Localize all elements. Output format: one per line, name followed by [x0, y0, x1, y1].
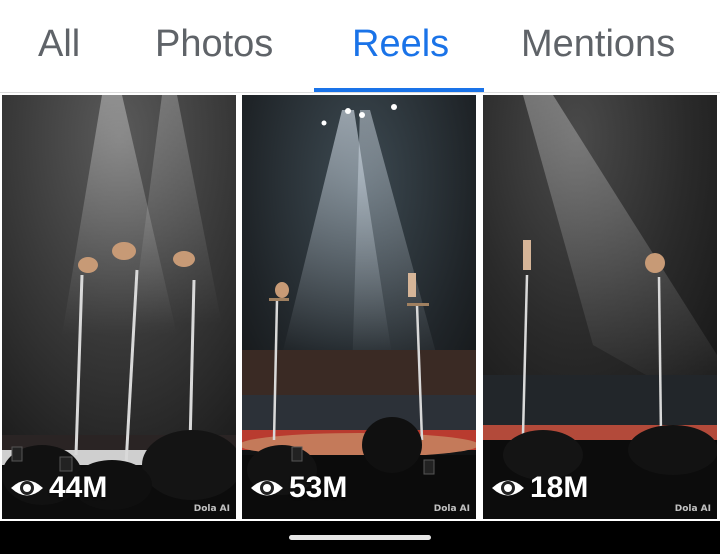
tab-reels[interactable]: Reels [352, 18, 449, 70]
system-nav-bar [0, 521, 720, 554]
view-count: 44M [9, 471, 107, 505]
view-count-label: 18M [530, 471, 589, 504]
tab-photos[interactable]: Photos [155, 18, 273, 70]
view-count: 18M [490, 471, 588, 505]
reel-thumbnail-image [2, 95, 236, 519]
eye-icon [492, 480, 524, 496]
view-count-label: 53M [289, 471, 348, 504]
watermark: Dola AI [193, 504, 230, 514]
reel-tile-2[interactable]: 53M Dola AI [242, 95, 476, 519]
reel-tile-3[interactable]: 18M Dola AI [483, 95, 717, 519]
reel-thumbnail-image [483, 95, 717, 519]
view-count: 53M [249, 471, 347, 505]
tab-bar: All Photos Reels Mentions [0, 0, 720, 93]
reel-thumbnail-image [242, 95, 476, 519]
tab-mentions[interactable]: Mentions [521, 18, 675, 70]
eye-icon [251, 480, 283, 496]
reel-tile-1[interactable]: 44M Dola AI [2, 95, 236, 519]
tab-all[interactable]: All [38, 18, 80, 70]
view-count-label: 44M [49, 471, 108, 504]
watermark: Dola AI [433, 504, 470, 514]
eye-icon [11, 480, 43, 496]
watermark: Dola AI [674, 504, 711, 514]
active-tab-indicator [314, 88, 484, 92]
home-gesture-handle[interactable] [289, 535, 431, 540]
reels-grid: 44M Dola AI 53M Dola AI 18M Dola AI [0, 93, 720, 521]
